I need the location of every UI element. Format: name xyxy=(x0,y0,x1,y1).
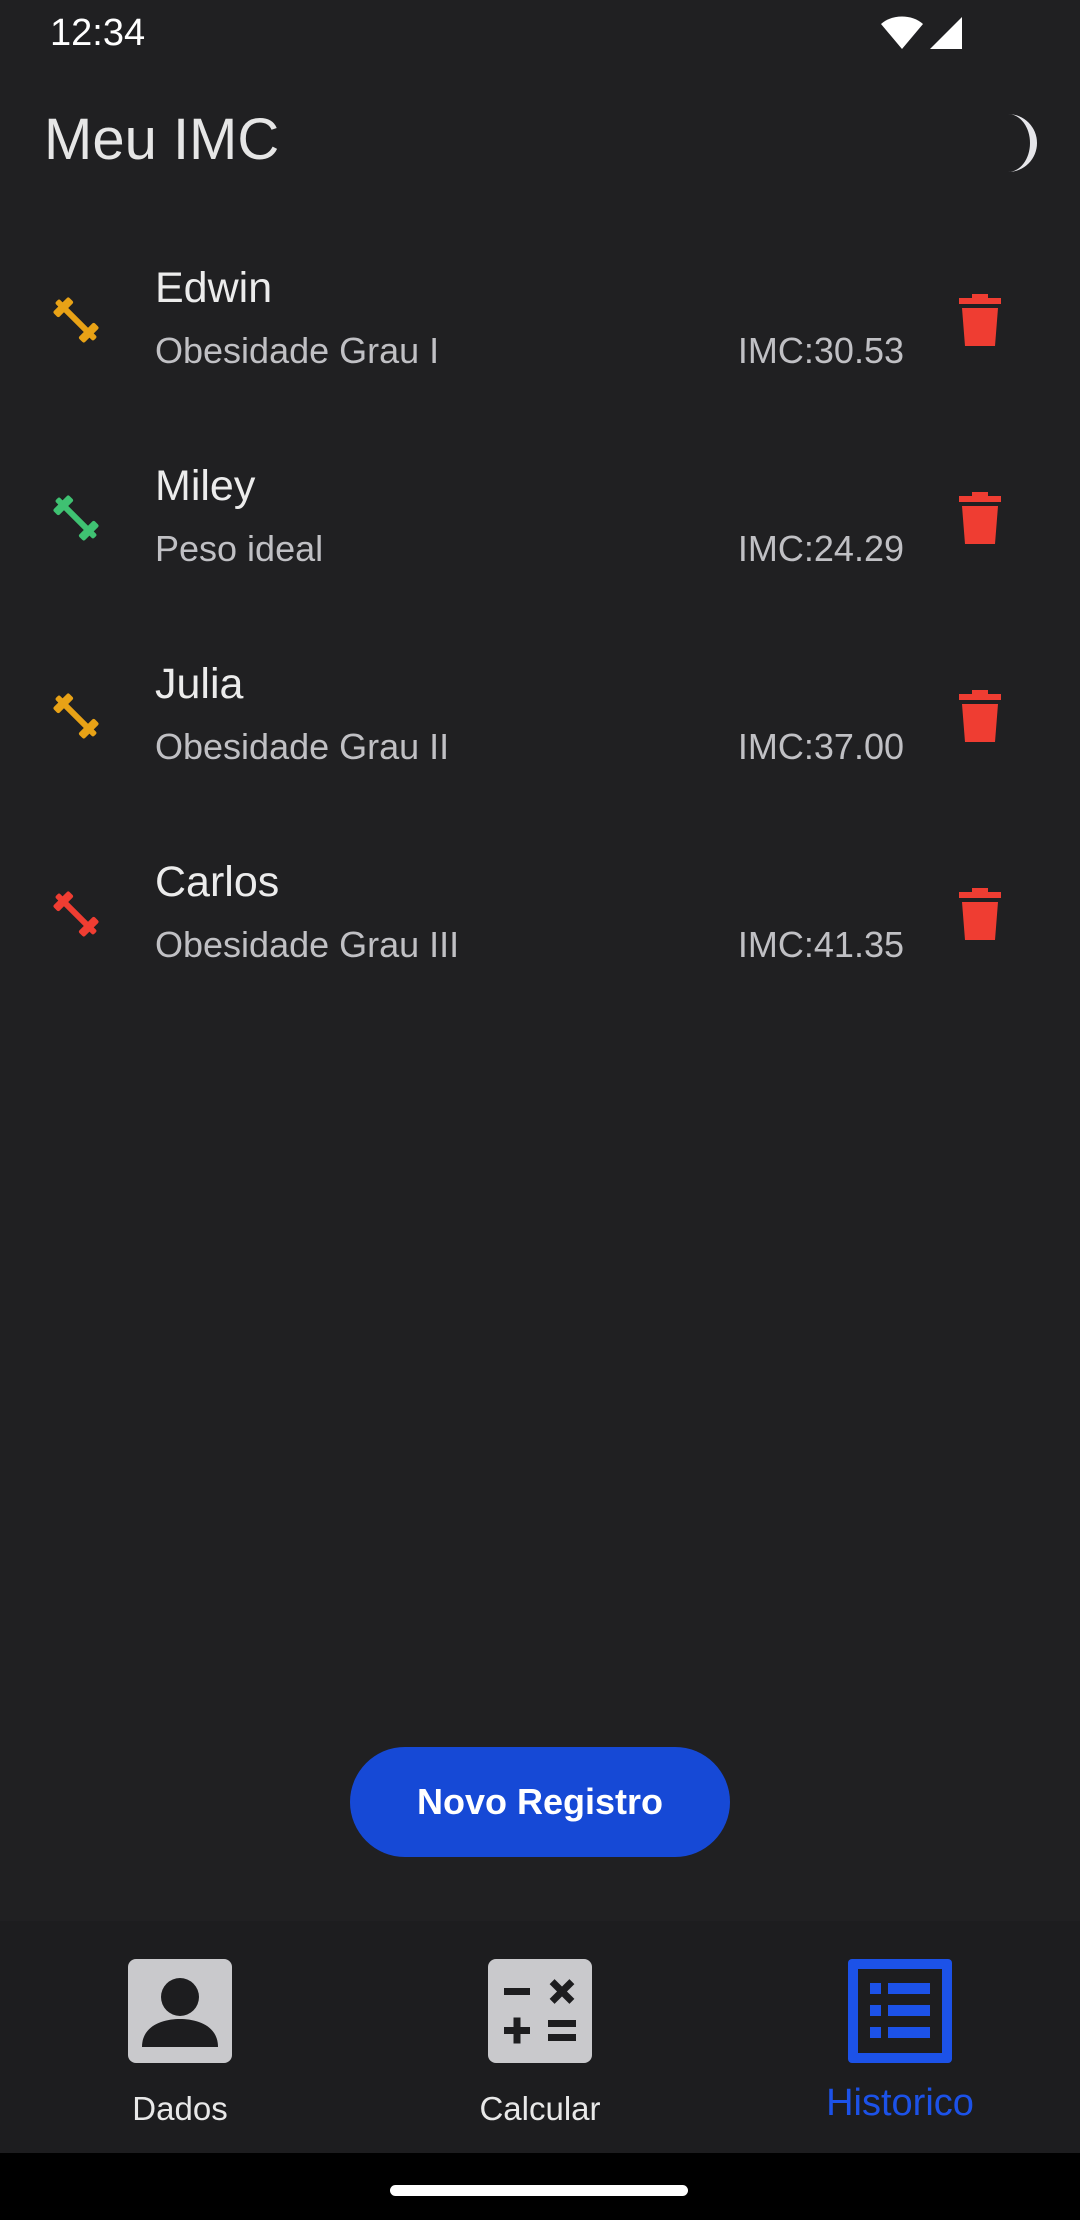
delete-button[interactable] xyxy=(950,488,1010,548)
dumbbell-icon xyxy=(53,891,99,937)
record-imc: IMC:37.00 xyxy=(737,726,904,767)
list-icon xyxy=(848,1959,952,2063)
trash-icon xyxy=(959,888,1001,940)
record-name: Julia xyxy=(155,660,244,708)
nav-label: Dados xyxy=(132,2090,228,2127)
record-name: Carlos xyxy=(155,858,280,906)
theme-toggle-button[interactable] xyxy=(980,108,1050,178)
nav-item-calcular[interactable]: Calcular xyxy=(360,1921,720,2153)
record-category: Obesidade Grau III xyxy=(155,924,460,965)
list-item[interactable]: Carlos Obesidade Grau III IMC:41.35 xyxy=(0,832,1080,1030)
history-list: Edwin Obesidade Grau I IMC:30.53 Miley P… xyxy=(0,238,1080,1030)
record-name: Miley xyxy=(155,462,256,510)
new-record-button[interactable]: Novo Registro xyxy=(350,1747,730,1857)
list-item[interactable]: Julia Obesidade Grau II IMC:37.00 xyxy=(0,634,1080,832)
record-category: Obesidade Grau I xyxy=(155,330,440,371)
trash-icon xyxy=(959,690,1001,742)
record-imc: IMC:24.29 xyxy=(737,528,904,569)
record-category: Obesidade Grau II xyxy=(155,726,450,767)
record-imc: IMC:30.53 xyxy=(737,330,904,371)
delete-button[interactable] xyxy=(950,686,1010,746)
nav-item-historico[interactable]: Historico xyxy=(720,1921,1080,2153)
person-icon xyxy=(128,1959,232,2063)
dumbbell-icon xyxy=(53,297,99,343)
status-bar: 12:34 xyxy=(0,0,1080,66)
gesture-bar xyxy=(0,2153,1080,2220)
bottom-nav: Dados Calcular Historico xyxy=(0,1921,1080,2153)
delete-button[interactable] xyxy=(950,884,1010,944)
nav-label: Calcular xyxy=(479,2090,601,2127)
record-name: Edwin xyxy=(155,264,273,312)
trash-icon xyxy=(959,294,1001,346)
list-item[interactable]: Miley Peso ideal IMC:24.29 xyxy=(0,436,1080,634)
calculator-icon xyxy=(488,1959,592,2063)
record-category: Peso ideal xyxy=(155,528,324,569)
record-imc: IMC:41.35 xyxy=(737,924,904,965)
delete-button[interactable] xyxy=(950,290,1010,350)
page-title: Meu IMC xyxy=(44,107,280,172)
nav-item-dados[interactable]: Dados xyxy=(0,1921,360,2153)
home-handle[interactable] xyxy=(390,2185,688,2196)
nav-label: Historico xyxy=(826,2082,974,2124)
app-screen: 12:34 Meu IMC Edwin Obesidade Grau I IMC… xyxy=(0,0,1080,2220)
moon-icon xyxy=(1008,114,1037,172)
wifi-icon xyxy=(881,16,923,49)
status-time: 12:34 xyxy=(50,12,146,54)
dumbbell-icon xyxy=(53,495,99,541)
signal-icon xyxy=(930,17,962,49)
trash-icon xyxy=(959,492,1001,544)
list-item[interactable]: Edwin Obesidade Grau I IMC:30.53 xyxy=(0,238,1080,436)
dumbbell-icon xyxy=(53,693,99,739)
